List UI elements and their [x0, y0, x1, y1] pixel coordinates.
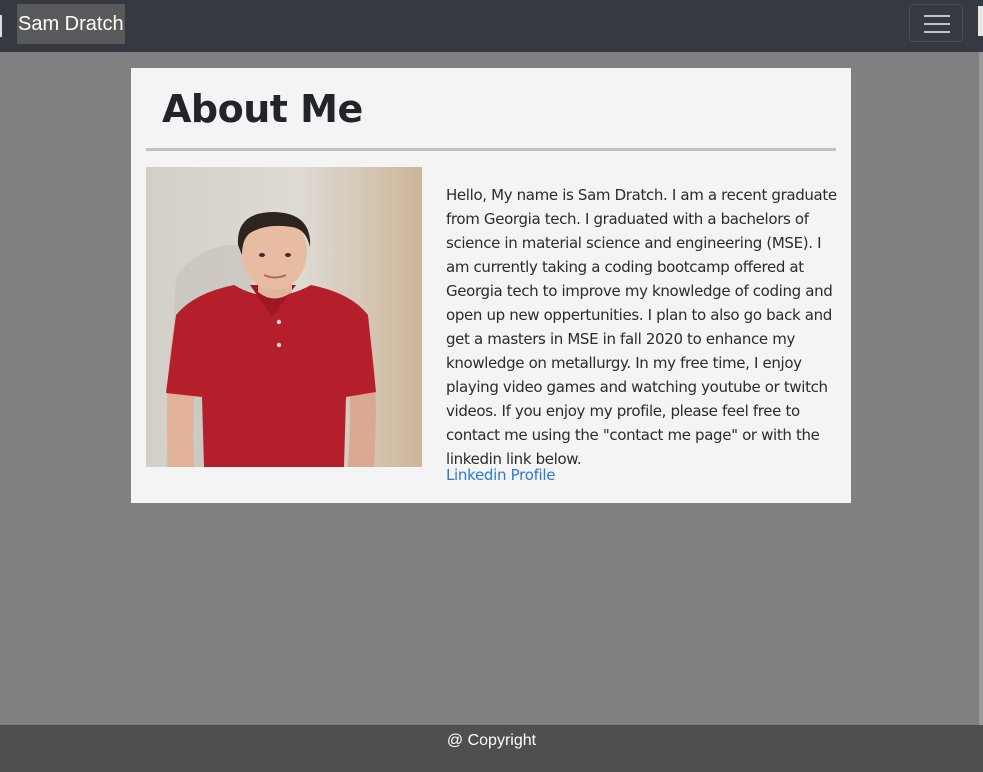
- about-card: About Me Hello, My name is Sam Dratch. I…: [131, 68, 851, 503]
- window-edge-mark: [0, 15, 2, 37]
- bio-text: Hello, My name is Sam Dratch. I am a rec…: [446, 186, 837, 468]
- title-divider: [146, 148, 836, 151]
- footer: @ Copyright: [0, 725, 983, 772]
- hamburger-menu-icon: [924, 15, 950, 33]
- scrollbar-track[interactable]: [979, 52, 983, 725]
- window-edge-mark-right: [978, 6, 983, 36]
- page: Sam Dratch About Me Hello, My name is Sa…: [0, 0, 983, 772]
- page-title: About Me: [162, 87, 363, 131]
- profile-photo: [146, 167, 422, 467]
- navbar: Sam Dratch: [0, 0, 983, 52]
- copyright-text: @ Copyright: [446, 732, 537, 749]
- navbar-toggle-button[interactable]: [909, 4, 963, 42]
- linkedin-link[interactable]: Linkedin Profile: [446, 463, 556, 487]
- navbar-brand[interactable]: Sam Dratch: [17, 4, 125, 44]
